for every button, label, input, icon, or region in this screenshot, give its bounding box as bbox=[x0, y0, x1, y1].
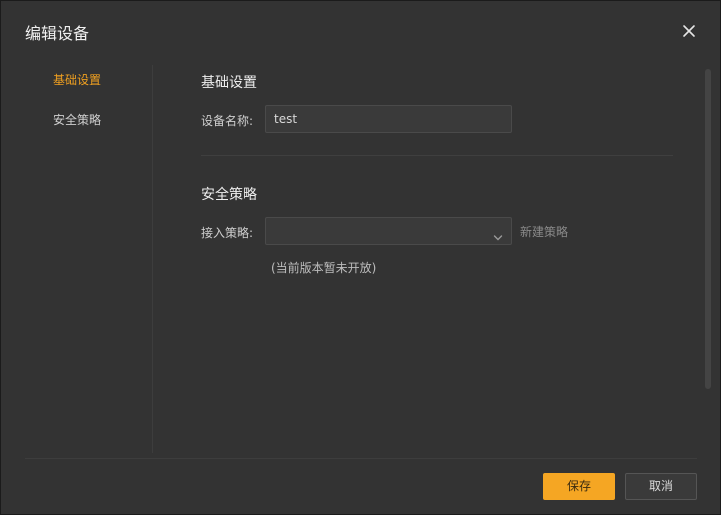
chevron-down-icon bbox=[493, 226, 503, 252]
sidebar-item-security-policy[interactable]: 安全策略 bbox=[53, 111, 101, 128]
device-name-value: test bbox=[274, 112, 298, 126]
sidebar-item-basic-settings[interactable]: 基础设置 bbox=[53, 71, 101, 88]
dialog-title: 编辑设备 bbox=[25, 24, 90, 43]
section-divider bbox=[201, 155, 673, 156]
access-policy-select[interactable] bbox=[265, 217, 512, 245]
edit-device-dialog: 编辑设备 基础设置 安全策略 基础设置 设备名称: test 安全策略 接入策略… bbox=[0, 0, 721, 515]
access-policy-label: 接入策略: bbox=[201, 226, 254, 240]
basic-settings-title: 基础设置 bbox=[201, 75, 257, 91]
device-name-input[interactable]: test bbox=[265, 105, 512, 133]
sidebar: 基础设置 安全策略 bbox=[25, 65, 153, 453]
new-policy-link[interactable]: 新建策略 bbox=[520, 223, 568, 240]
footer-divider bbox=[25, 458, 697, 459]
device-name-label: 设备名称: bbox=[201, 114, 254, 128]
security-policy-title: 安全策略 bbox=[201, 187, 257, 203]
save-button[interactable]: 保存 bbox=[543, 473, 615, 500]
close-icon[interactable] bbox=[679, 21, 699, 41]
content-panel: 基础设置 设备名称: test 安全策略 接入策略: 新建策略 (当前版本暂未开… bbox=[153, 65, 703, 453]
scrollbar[interactable] bbox=[704, 65, 712, 453]
scrollbar-thumb[interactable] bbox=[705, 69, 711, 389]
cancel-button[interactable]: 取消 bbox=[625, 473, 697, 500]
not-available-note: (当前版本暂未开放) bbox=[271, 261, 377, 275]
